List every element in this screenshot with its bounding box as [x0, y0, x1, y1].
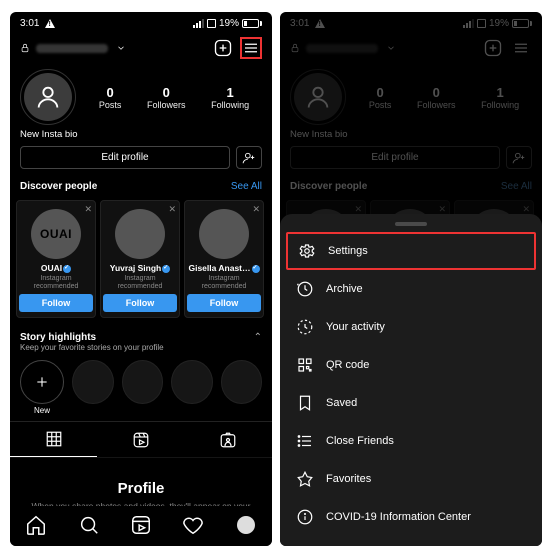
- highlight-placeholder: [72, 360, 114, 404]
- close-icon[interactable]: ✕: [84, 204, 92, 215]
- menu-label: Archive: [326, 283, 363, 295]
- nav-profile[interactable]: [235, 514, 257, 536]
- tab-grid[interactable]: [10, 422, 97, 457]
- battery-pct: 19%: [219, 18, 239, 29]
- profile-header: [10, 31, 272, 65]
- lock-icon: [20, 43, 30, 53]
- menu-button[interactable]: [240, 37, 262, 59]
- highlight-placeholder: [221, 360, 263, 404]
- alert-icon: [45, 19, 55, 28]
- menu-label: QR code: [326, 359, 369, 371]
- menu-item-settings[interactable]: Settings: [286, 232, 536, 270]
- clock-icon: [296, 280, 314, 298]
- follow-button[interactable]: Follow: [187, 294, 261, 312]
- avatar-ring[interactable]: [20, 69, 76, 125]
- nav-reels[interactable]: [130, 514, 152, 536]
- menu-label: Your activity: [326, 321, 385, 333]
- chevron-down-icon[interactable]: [116, 43, 126, 53]
- menu-sheet: Settings Archive Your activity QR code S…: [280, 214, 542, 546]
- menu-item-activity[interactable]: Your activity: [280, 308, 542, 346]
- menu-label: Saved: [326, 397, 357, 409]
- close-icon[interactable]: ✕: [252, 204, 260, 215]
- activity-icon: [296, 318, 314, 336]
- bookmark-icon: [296, 394, 314, 412]
- stat-posts[interactable]: 0Posts: [99, 85, 122, 110]
- add-highlight-button[interactable]: [20, 360, 64, 404]
- story-highlights-row: New: [10, 356, 272, 421]
- bio-text: New Insta bio: [10, 127, 272, 146]
- stat-following[interactable]: 1Following: [211, 85, 249, 110]
- follow-button[interactable]: Follow: [103, 294, 177, 312]
- verified-icon: [162, 265, 170, 273]
- card-avatar: [199, 209, 249, 259]
- highlight-placeholder: [171, 360, 213, 404]
- discover-card[interactable]: ✕ OUAI OUAI Instagram recommended Follow: [16, 200, 96, 318]
- verified-icon: [252, 265, 260, 273]
- highlight-placeholder: [122, 360, 164, 404]
- discover-title: Discover people: [20, 181, 97, 192]
- status-bar: 3:01 19%: [10, 12, 272, 31]
- menu-item-favorites[interactable]: Favorites: [280, 460, 542, 498]
- alert-icon: [315, 19, 325, 28]
- tab-reels[interactable]: [97, 422, 184, 457]
- star-icon: [296, 470, 314, 488]
- menu-label: Settings: [328, 245, 368, 257]
- menu-label: COVID-19 Information Center: [326, 511, 471, 523]
- edit-profile-button[interactable]: Edit profile: [20, 146, 230, 169]
- discover-card[interactable]: ✕ Yuvraj Singh Instagram recommended Fol…: [100, 200, 180, 318]
- phone-left: 3:01 19% 0Posts 0Followers: [10, 12, 272, 546]
- status-time: 3:01: [20, 18, 39, 29]
- info-icon: [296, 508, 314, 526]
- card-avatar: [115, 209, 165, 259]
- close-icon[interactable]: ✕: [168, 204, 176, 215]
- content-tabs: [10, 421, 272, 458]
- username-blurred[interactable]: [36, 44, 108, 53]
- nav-home[interactable]: [25, 514, 47, 536]
- story-highlights-header[interactable]: ⌃ Story highlights Keep your favorite st…: [10, 326, 272, 356]
- see-all-link[interactable]: See All: [231, 181, 262, 192]
- gear-icon: [298, 242, 316, 260]
- menu-item-covid[interactable]: COVID-19 Information Center: [280, 498, 542, 536]
- profile-stats: 0Posts 0Followers 1Following: [86, 85, 262, 110]
- avatar: [24, 73, 72, 121]
- empty-heading: Profile: [30, 480, 252, 497]
- menu-item-archive[interactable]: Archive: [280, 270, 542, 308]
- new-post-button[interactable]: [212, 37, 234, 59]
- menu-label: Close Friends: [326, 435, 394, 447]
- tab-tagged[interactable]: [185, 422, 272, 457]
- list-icon: [296, 432, 314, 450]
- bottom-nav: [10, 506, 272, 546]
- follow-button[interactable]: Follow: [19, 294, 93, 312]
- chevron-up-icon: ⌃: [254, 332, 262, 343]
- menu-item-saved[interactable]: Saved: [280, 384, 542, 422]
- signal-icon: [193, 19, 204, 28]
- sheet-handle[interactable]: [395, 222, 427, 226]
- card-avatar: OUAI: [31, 209, 81, 259]
- nav-activity[interactable]: [182, 514, 204, 536]
- discover-card[interactable]: ✕ Gisella Anast… Instagram recommended F…: [184, 200, 264, 318]
- stat-followers[interactable]: 0Followers: [147, 85, 186, 110]
- battery-icon: [242, 19, 262, 28]
- discover-cards: ✕ OUAI OUAI Instagram recommended Follow…: [10, 196, 272, 326]
- qr-icon: [296, 356, 314, 374]
- menu-item-close-friends[interactable]: Close Friends: [280, 422, 542, 460]
- menu-item-qr[interactable]: QR code: [280, 346, 542, 384]
- menu-label: Favorites: [326, 473, 371, 485]
- battery-low-icon: [207, 19, 216, 28]
- phone-right: 3:01 19% 0Posts 0Followers 1Followi: [280, 12, 542, 546]
- nav-search[interactable]: [78, 514, 100, 536]
- verified-icon: [63, 265, 71, 273]
- discover-people-button[interactable]: [236, 146, 262, 169]
